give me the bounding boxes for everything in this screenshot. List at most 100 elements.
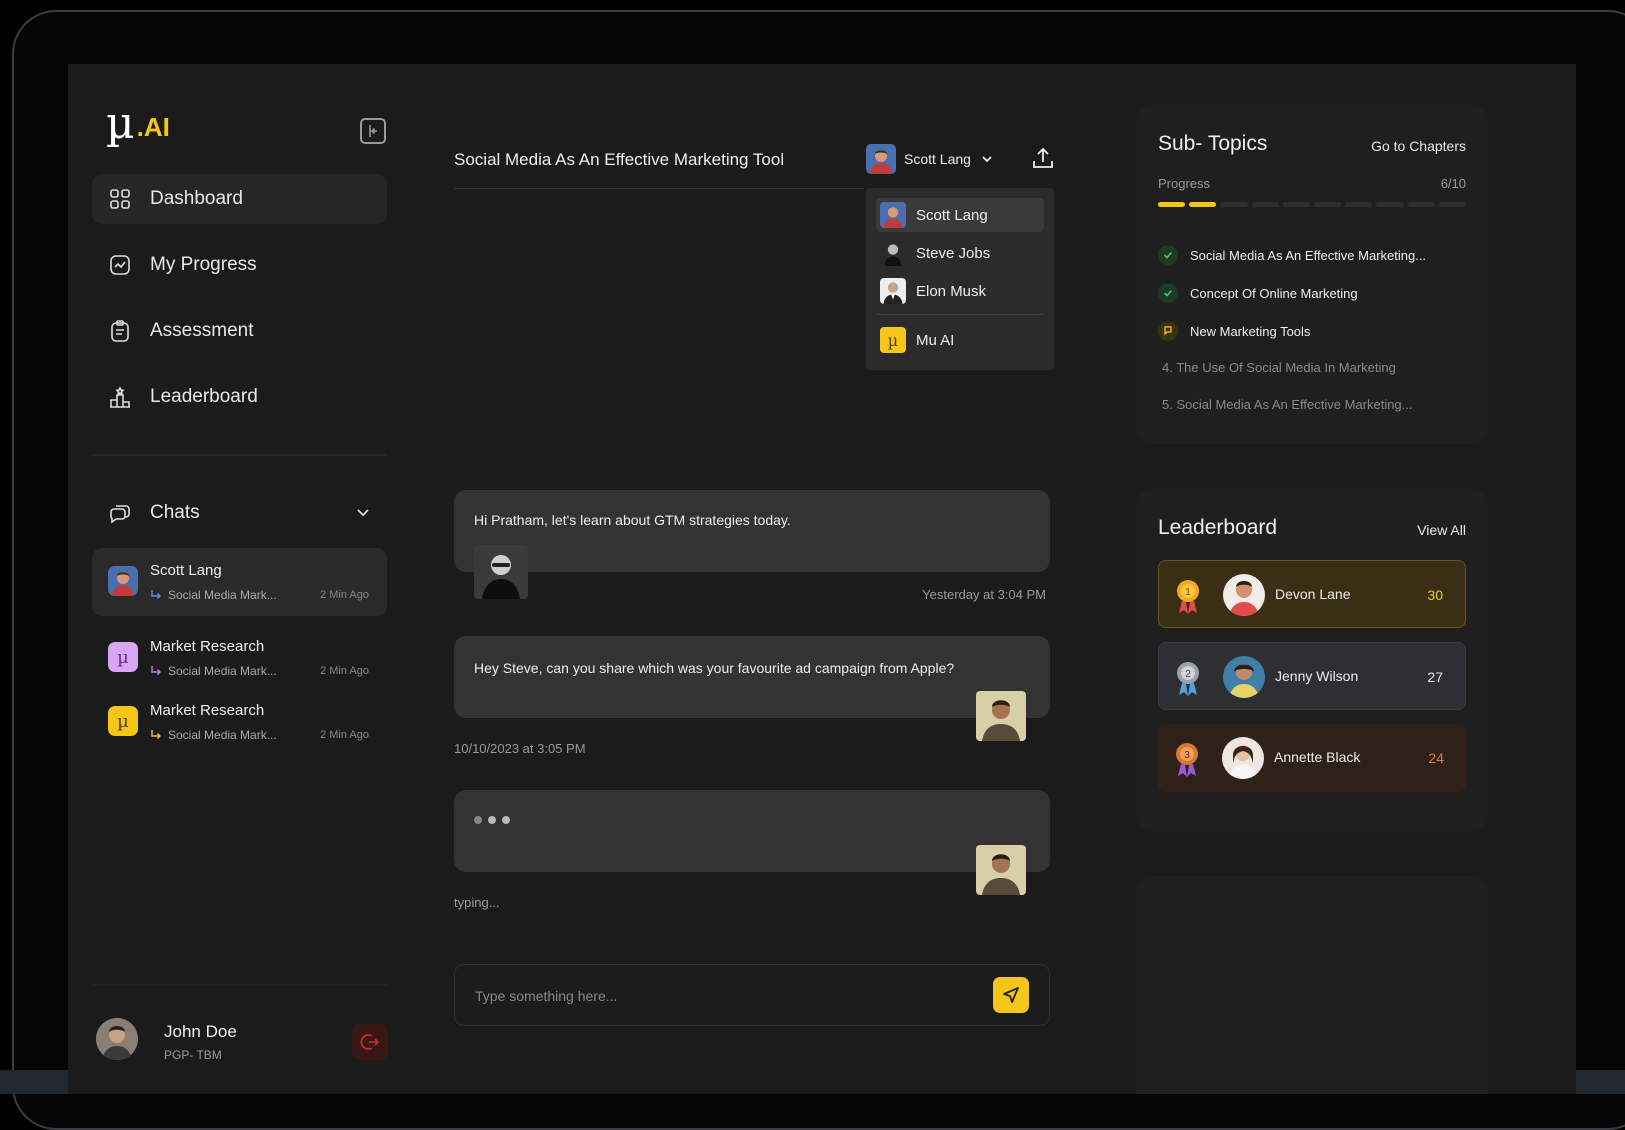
avatar-letter: µ	[117, 646, 129, 668]
avatar	[1222, 737, 1264, 779]
leader-name: Annette Black	[1274, 749, 1361, 765]
chat-message-typing	[454, 790, 1050, 872]
nav-label: Assessment	[150, 320, 254, 341]
chevron-down-icon	[357, 509, 369, 517]
chat-bubbles-icon	[110, 505, 130, 524]
typing-indicator	[474, 816, 510, 824]
persona-option-label: Elon Musk	[916, 282, 987, 300]
subtopic-item[interactable]: 4. The Use Of Social Media In Marketing	[1162, 360, 1396, 375]
svg-text:1: 1	[1185, 587, 1191, 598]
nav-item-leaderboard[interactable]: Leaderboard	[92, 372, 387, 422]
check-icon	[1158, 283, 1178, 303]
subtopic-label: New Marketing Tools	[1190, 323, 1311, 339]
persona-selected: Scott Lang	[904, 151, 971, 167]
message-text: Hey Steve, can you share which was your …	[474, 660, 955, 676]
leaderboard-row[interactable]: 1 Devon Lane 30	[1158, 560, 1466, 628]
leader-score: 24	[1428, 750, 1444, 766]
reply-arrow-icon	[151, 590, 161, 599]
subtopics-panel: Sub- Topics Go to Chapters Progress 6/10…	[1136, 104, 1488, 444]
svg-text:3: 3	[1184, 750, 1190, 761]
chat-name: Scott Lang	[150, 562, 222, 579]
subtopic-item[interactable]: Concept Of Online Marketing	[1158, 283, 1358, 303]
logo-mu: µ	[106, 98, 135, 149]
reply-arrow-icon	[151, 730, 161, 739]
nav-item-assessment[interactable]: Assessment	[92, 306, 387, 356]
send-button[interactable]	[993, 977, 1029, 1013]
avatar	[880, 240, 906, 266]
chat-list: Scott Lang Social Media Mark... 2 Min Ag…	[92, 548, 387, 756]
leaderboard-row[interactable]: 2 Jenny Wilson 27	[1158, 642, 1466, 710]
progress-value: 6/10	[1440, 176, 1466, 191]
message-composer	[454, 964, 1050, 1026]
logout-icon	[360, 1034, 380, 1050]
nav-label: Dashboard	[150, 188, 243, 209]
view-all-link[interactable]: View All	[1417, 522, 1466, 538]
chat-name: Market Research	[150, 638, 265, 655]
avatar	[880, 278, 906, 304]
podium-icon	[110, 386, 130, 408]
leader-score: 30	[1427, 587, 1443, 603]
panel-title: Leaderboard	[1158, 516, 1278, 539]
collapse-sidebar-button[interactable]	[360, 118, 386, 144]
chat-item[interactable]: Scott Lang Social Media Mark... 2 Min Ag…	[92, 548, 387, 616]
chat-topic: Social Media Mark...	[168, 664, 277, 678]
progress-bar	[1158, 202, 1467, 207]
avatar	[474, 545, 528, 599]
dropdown-divider	[876, 314, 1044, 315]
nav-item-my-progress[interactable]: My Progress	[92, 240, 387, 290]
chat-subtitle: Social Media Mark...	[150, 728, 277, 742]
chat-item[interactable]: µ Market Research Social Media Mark... 2…	[92, 688, 387, 756]
svg-text:2: 2	[1185, 669, 1191, 680]
logout-button[interactable]	[352, 1024, 388, 1060]
persona-option-steve-jobs[interactable]: Steve Jobs	[876, 236, 1044, 270]
typing-status: typing...	[454, 895, 500, 910]
subtopic-item[interactable]: Social Media As An Effective Marketing..…	[1158, 245, 1426, 265]
chat-time: 2 Min Ago	[320, 729, 369, 741]
avatar	[880, 202, 906, 228]
silver-medal-icon: 2	[1177, 662, 1199, 696]
user-name: John Doe	[164, 1022, 237, 1041]
message-time: Yesterday at 3:04 PM	[922, 587, 1046, 602]
title-divider	[454, 188, 864, 189]
avatar	[108, 566, 138, 596]
user-role: PGP- TBM	[164, 1048, 222, 1062]
leaderboard-panel: Leaderboard View All 1 Devon Lane 30 2 J…	[1136, 488, 1488, 832]
sidebar-divider	[92, 454, 387, 456]
nav-label: Leaderboard	[150, 386, 258, 407]
share-button[interactable]	[1030, 146, 1056, 172]
avatar	[976, 691, 1026, 741]
chat-item[interactable]: µ Market Research Social Media Mark... 2…	[92, 624, 387, 692]
send-icon	[1003, 987, 1019, 1003]
subtopic-label: 5. Social Media As An Effective Marketin…	[1162, 397, 1413, 412]
chats-section-toggle[interactable]: Chats	[92, 488, 387, 538]
message-time: 10/10/2023 at 3:05 PM	[454, 741, 586, 756]
chart-icon	[110, 255, 130, 275]
avatar	[866, 144, 896, 174]
subtopic-label: Social Media As An Effective Marketing..…	[1190, 247, 1427, 263]
mu-ai-avatar: µ	[108, 706, 138, 736]
main-nav: Dashboard My Progress Assessment Leaderb…	[92, 174, 387, 438]
subtopic-item[interactable]: New Marketing Tools	[1158, 321, 1310, 341]
leaderboard-row[interactable]: 3 Annette Black 24	[1158, 724, 1466, 792]
avatar	[976, 845, 1026, 895]
persona-option-scott-lang[interactable]: Scott Lang	[876, 198, 1044, 232]
brand-logo[interactable]: µ .AI	[106, 98, 170, 149]
persona-option-mu-ai[interactable]: µ Mu AI	[876, 323, 1044, 357]
persona-select[interactable]: Scott Lang	[866, 144, 995, 174]
persona-option-label: Steve Jobs	[916, 244, 991, 262]
chat-topic: Social Media Mark...	[168, 728, 277, 742]
message-input[interactable]	[475, 983, 975, 1009]
leader-name: Jenny Wilson	[1275, 668, 1359, 684]
avatar-letter: µ	[117, 710, 129, 732]
subtopic-item[interactable]: 5. Social Media As An Effective Marketin…	[1162, 397, 1413, 412]
collapse-icon	[369, 125, 377, 137]
persona-option-elon-musk[interactable]: Elon Musk	[876, 274, 1044, 308]
page-title: Social Media As An Effective Marketing T…	[454, 150, 785, 169]
go-to-chapters-link[interactable]: Go to Chapters	[1371, 138, 1466, 154]
chat-time: 2 Min Ago	[320, 589, 369, 601]
reply-arrow-icon	[151, 666, 161, 675]
nav-item-dashboard[interactable]: Dashboard	[92, 174, 387, 224]
avatar[interactable]	[96, 1018, 138, 1060]
subtopic-label: Concept Of Online Marketing	[1190, 285, 1358, 301]
chat-name: Market Research	[150, 702, 265, 719]
